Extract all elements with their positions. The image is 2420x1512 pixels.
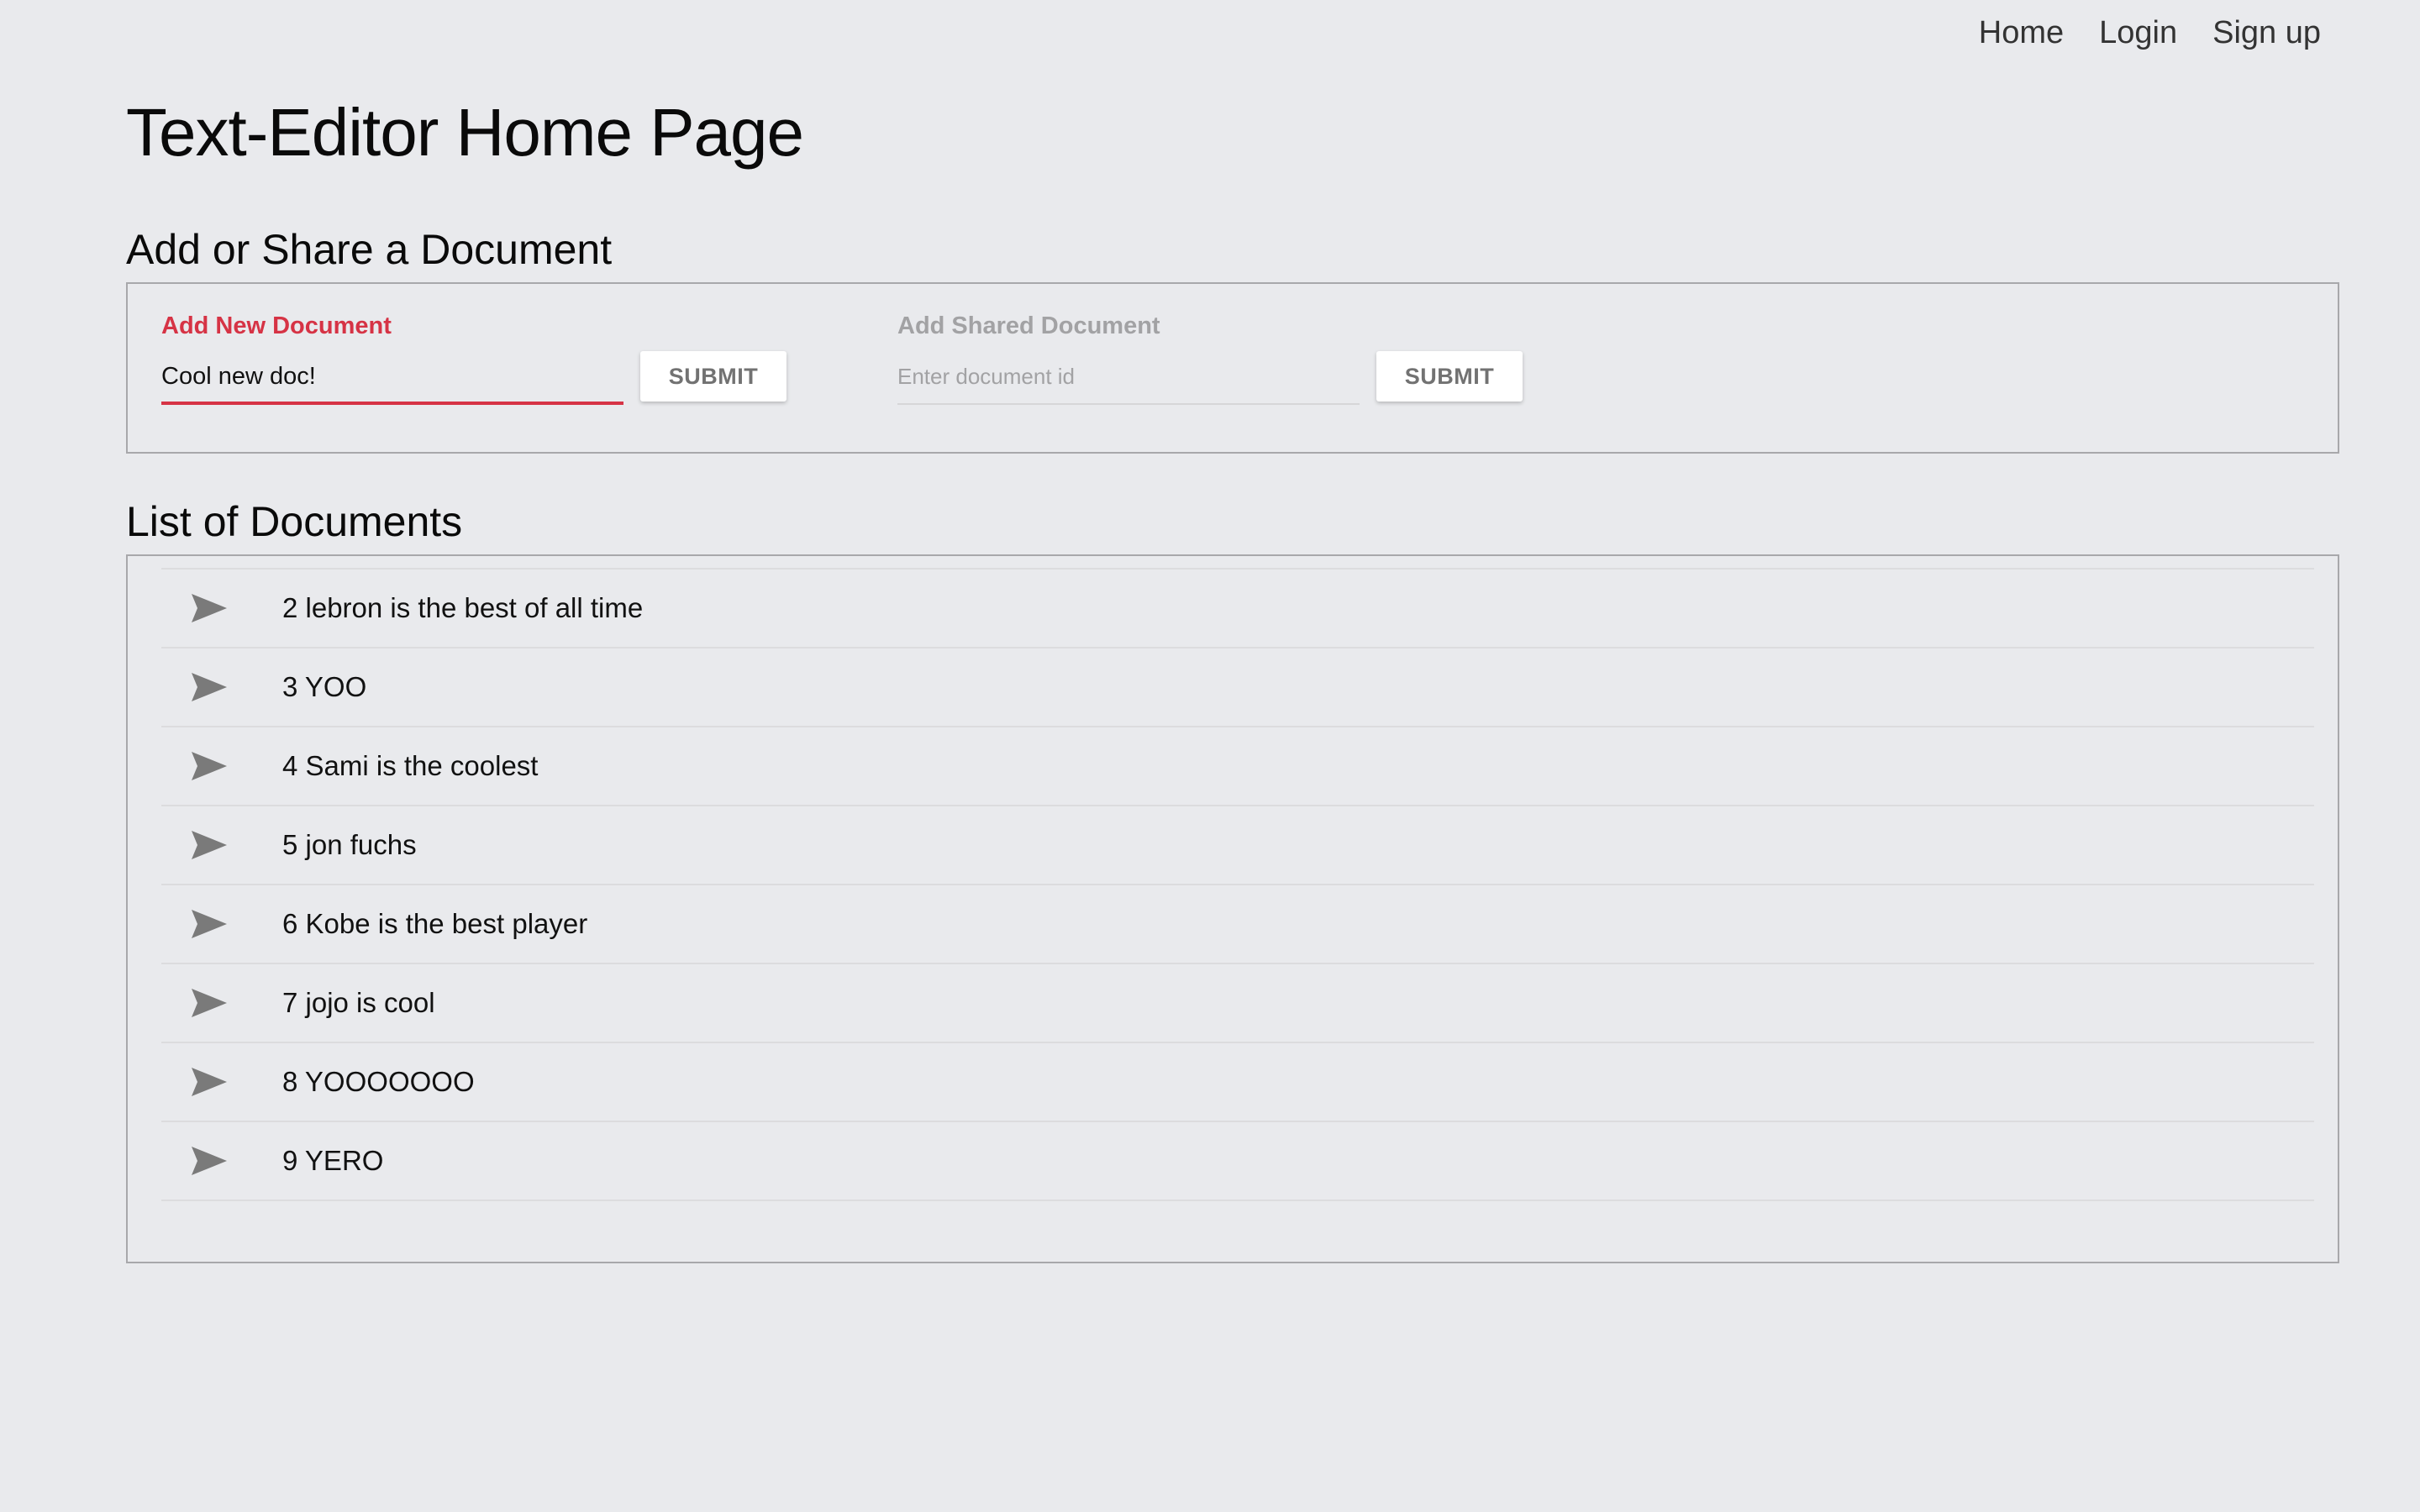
new-document-input[interactable] (161, 358, 622, 395)
document-title: 4 Sami is the coolest (282, 750, 539, 781)
document-title: 9 YERO (282, 1145, 384, 1176)
add-shared-document-label: Add Shared Document (897, 312, 1160, 339)
send-icon[interactable] (190, 829, 229, 861)
send-icon[interactable] (190, 671, 229, 703)
list-section-title: List of Documents (126, 498, 463, 545)
document-list-item[interactable]: 9 YERO (161, 1121, 2314, 1201)
document-list-item[interactable]: 5 jon fuchs (161, 805, 2314, 884)
document-list-panel: 2 lebron is the best of all time 3 YOO 4 S… (126, 554, 2339, 1263)
add-section-title: Add or Share a Document (126, 226, 613, 273)
page-title: Text-Editor Home Page (126, 95, 804, 170)
top-nav: Home Login Sign up (1979, 15, 2321, 51)
document-list-item[interactable]: 3 YOO (161, 647, 2314, 726)
document-title: 7 jojo is cool (282, 987, 435, 1018)
document-title: 2 lebron is the best of all time (282, 592, 644, 623)
nav-home-link[interactable]: Home (1979, 15, 2064, 51)
send-icon[interactable] (190, 1066, 229, 1098)
document-list-item[interactable]: 4 Sami is the coolest (161, 726, 2314, 805)
shared-document-submit-button[interactable]: SUBMIT (1376, 351, 1523, 402)
new-document-submit-button[interactable]: SUBMIT (640, 351, 786, 402)
send-icon[interactable] (190, 592, 229, 624)
send-icon[interactable] (190, 987, 229, 1019)
send-icon[interactable] (190, 1145, 229, 1177)
add-document-panel: Add New Document SUBMIT Add Shared Docum… (126, 282, 2339, 454)
send-icon[interactable] (190, 908, 229, 940)
document-list-item[interactable]: 6 Kobe is the best player (161, 884, 2314, 963)
document-title: 6 Kobe is the best player (282, 908, 588, 939)
shared-document-id-input[interactable] (897, 358, 1358, 395)
document-title: 5 jon fuchs (282, 829, 417, 860)
nav-signup-link[interactable]: Sign up (2212, 15, 2321, 51)
document-title: 3 YOO (282, 671, 367, 702)
document-list-item[interactable]: 8 YOOOOOOO (161, 1042, 2314, 1121)
add-new-document-label: Add New Document (161, 312, 392, 339)
document-list: 2 lebron is the best of all time 3 YOO 4 S… (161, 568, 2314, 1201)
document-list-item[interactable]: 7 jojo is cool (161, 963, 2314, 1042)
document-list-item[interactable]: 2 lebron is the best of all time (161, 568, 2314, 647)
nav-login-link[interactable]: Login (2099, 15, 2177, 51)
shared-document-underline (897, 403, 1360, 405)
new-document-underline (161, 402, 623, 405)
document-title: 8 YOOOOOOO (282, 1066, 475, 1097)
send-icon[interactable] (190, 750, 229, 782)
